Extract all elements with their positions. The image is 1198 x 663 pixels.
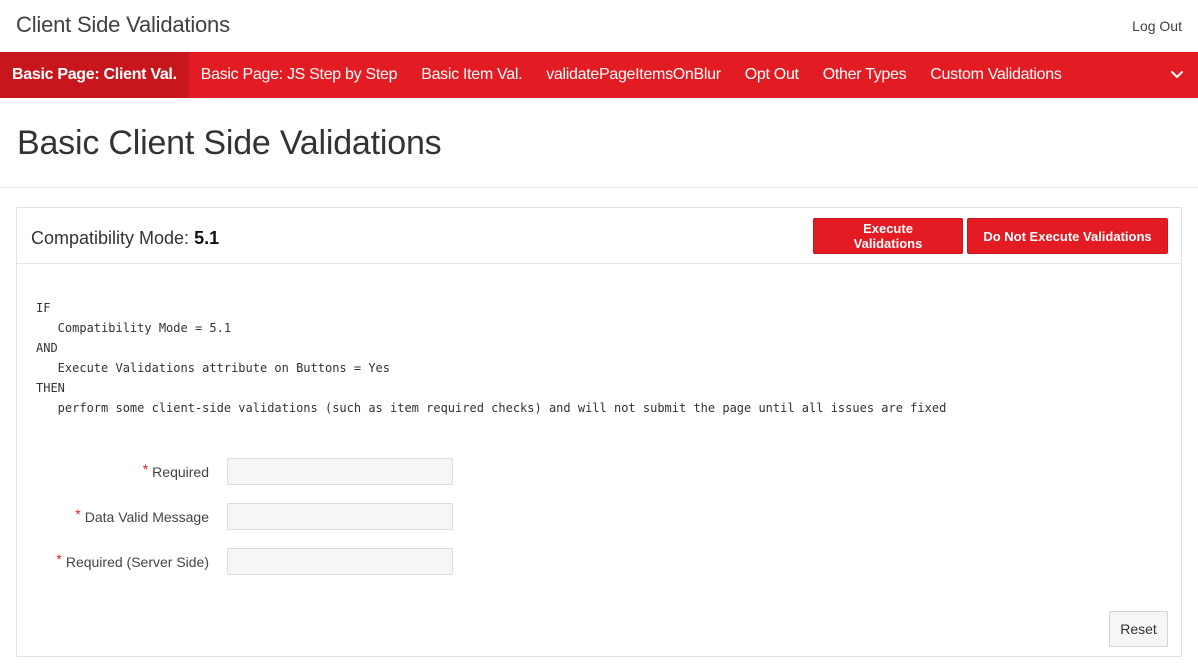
required-asterisk-icon: * <box>142 461 149 477</box>
required-server-side-label: * Required (Server Side) <box>56 551 209 570</box>
nav-tab-custom-validations[interactable]: Custom Validations <box>918 52 1073 98</box>
main-navigation: Basic Page: Client Val. Basic Page: JS S… <box>0 52 1198 98</box>
form-row-data-valid-message: * Data Valid Message <box>17 503 467 531</box>
nav-tab-basic-item-val[interactable]: Basic Item Val. <box>409 52 534 98</box>
logic-description: IF Compatibility Mode = 5.1 AND Execute V… <box>36 298 946 418</box>
compatibility-mode-value: 5.1 <box>194 228 220 248</box>
compatibility-mode-label: Compatibility Mode: <box>31 228 195 248</box>
chevron-down-icon[interactable] <box>1168 66 1186 84</box>
nav-tab-other-types[interactable]: Other Types <box>811 52 919 98</box>
top-bar: Client Side Validations Log Out <box>0 0 1198 52</box>
nav-tab-basic-page-client-val[interactable]: Basic Page: Client Val. <box>0 52 189 98</box>
required-server-side-input[interactable] <box>227 548 453 575</box>
nav-tab-validate-page-items-on-blur[interactable]: validatePageItemsOnBlur <box>534 52 733 98</box>
validation-region: Compatibility Mode: 5.1 Execute Validati… <box>16 207 1182 657</box>
code-line: Execute Validations attribute on Buttons… <box>36 361 391 375</box>
form-row-required-server-side: * Required (Server Side) <box>17 548 467 576</box>
form-row-required: * Required <box>17 458 467 486</box>
required-input[interactable] <box>227 458 453 485</box>
app-title[interactable]: Client Side Validations <box>16 12 230 38</box>
reset-button[interactable]: Reset <box>1109 611 1168 647</box>
page-title: Basic Client Side Validations <box>17 124 442 162</box>
code-line: THEN <box>36 381 65 395</box>
data-valid-message-input[interactable] <box>227 503 453 530</box>
required-label: * Required <box>142 461 209 480</box>
region-header: Compatibility Mode: 5.1 Execute Validati… <box>17 208 1181 264</box>
region-title: Compatibility Mode: 5.1 <box>31 228 219 249</box>
page-header: Basic Client Side Validations <box>0 98 1198 188</box>
nav-tab-basic-page-js-step-by-step[interactable]: Basic Page: JS Step by Step <box>189 52 409 98</box>
data-valid-message-label: * Data Valid Message <box>75 506 209 525</box>
execute-validations-button[interactable]: Execute Validations <box>813 218 963 254</box>
nav-tab-opt-out[interactable]: Opt Out <box>733 52 811 98</box>
do-not-execute-validations-button[interactable]: Do Not Execute Validations <box>967 218 1168 254</box>
code-line: Compatibility Mode = 5.1 <box>36 321 232 335</box>
logout-link[interactable]: Log Out <box>1132 18 1182 34</box>
code-line: perform some client-side validations (su… <box>36 401 947 415</box>
code-line: AND <box>36 341 58 355</box>
required-asterisk-icon: * <box>56 551 62 567</box>
code-line: IF <box>36 301 51 315</box>
required-asterisk-icon: * <box>75 506 81 522</box>
